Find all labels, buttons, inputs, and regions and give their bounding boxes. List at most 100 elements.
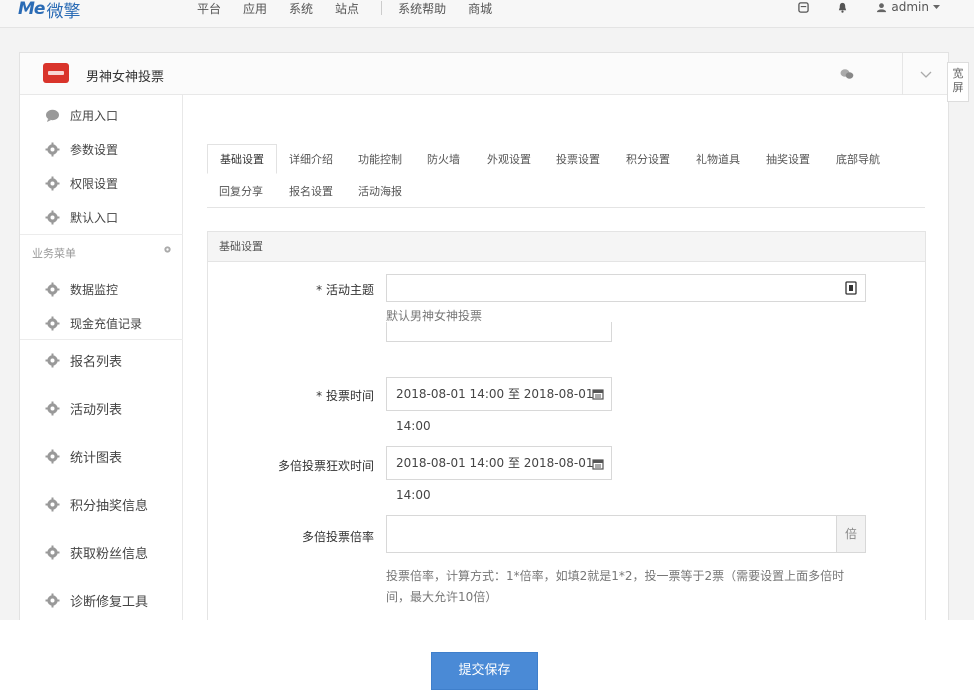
theme-hint: 默认男神女神投票 <box>386 309 483 322</box>
calendar-icon[interactable] <box>592 458 604 470</box>
gear-icon <box>45 316 60 331</box>
sidebar-item-label: 权限设置 <box>70 177 119 191</box>
logo-text: 微擎 <box>46 1 81 22</box>
collapse-toggle[interactable] <box>903 53 948 95</box>
app-header: 男神女神投票 <box>20 53 948 95</box>
sidebar-item-label: 应用入口 <box>70 109 119 123</box>
comment-icon <box>46 109 59 122</box>
sidebar-item-label: 获取粉丝信息 <box>70 547 149 562</box>
tab-firewall[interactable]: 防火墙 <box>427 151 460 167</box>
calendar-icon[interactable] <box>592 388 604 400</box>
sidebar-item-diagnose-tool[interactable]: 诊断修复工具 <box>45 591 148 610</box>
multi-rate-label: 多倍投票倍率 <box>301 530 374 544</box>
main-nav: 平台 应用 系统 站点 系统帮助 商城 <box>197 0 514 16</box>
wechat-icon[interactable] <box>840 68 854 80</box>
top-right-tools: admin <box>798 0 940 14</box>
username: admin <box>891 0 929 14</box>
multi-rate-unit: 倍 <box>836 516 865 552</box>
bell-icon[interactable] <box>837 2 848 13</box>
nav-item-apps[interactable]: 应用 <box>243 0 267 17</box>
app-sidebar: 应用入口 参数设置 权限设置 默认入口 业务菜单 数据监控 现金充值记录 报名列… <box>20 95 183 622</box>
tab-bottom-nav[interactable]: 底部导航 <box>836 151 880 167</box>
sidebar-item-label: 诊断修复工具 <box>70 595 149 610</box>
tab-signup[interactable]: 报名设置 <box>289 183 333 199</box>
tab-gifts[interactable]: 礼物道具 <box>696 151 740 167</box>
vote-time-range[interactable]: 2018-08-01 14:00 至 2018-08-01 14:00 <box>386 377 612 433</box>
chevron-down-icon <box>920 71 931 78</box>
gear-icon[interactable] <box>163 245 172 254</box>
sidebar-divider <box>20 339 183 340</box>
user-menu[interactable]: admin <box>876 0 940 14</box>
tab-points[interactable]: 积分设置 <box>626 151 670 167</box>
sidebar-section-title: 业务菜单 <box>32 247 76 260</box>
gear-icon <box>45 449 60 464</box>
sidebar-item-app-entry[interactable]: 应用入口 <box>45 107 118 124</box>
gear-icon <box>45 593 60 608</box>
multi-time-label: 多倍投票狂欢时间 <box>277 459 374 473</box>
tab-appearance[interactable]: 外观设置 <box>487 151 531 167</box>
app-header-tools <box>840 53 948 95</box>
panel-title: 基础设置 <box>208 232 925 262</box>
multi-time-range[interactable]: 2018-08-01 14:00 至 2018-08-01 14:00 <box>386 446 612 502</box>
nav-item-help[interactable]: 系统帮助 <box>398 0 446 17</box>
nav-item-platform[interactable]: 平台 <box>197 0 221 17</box>
tab-details[interactable]: 详细介绍 <box>289 151 333 167</box>
nav-item-site[interactable]: 站点 <box>335 0 359 17</box>
sidebar-item-activity-list[interactable]: 活动列表 <box>45 399 122 418</box>
tab-vote-settings[interactable]: 投票设置 <box>556 151 600 167</box>
gear-icon <box>45 401 60 416</box>
theme-label: * 活动主题 <box>316 283 374 297</box>
sidebar-item-permissions[interactable]: 权限设置 <box>45 175 118 192</box>
site-logo[interactable]: Me 微擎 <box>18 0 81 22</box>
sidebar-item-label: 积分抽奖信息 <box>70 499 149 514</box>
settings-tabs: 基础设置 详细介绍 功能控制 防火墙 外观设置 投票设置 积分设置 礼物道具 抽… <box>207 144 925 208</box>
multi-rate-help: 投票倍率，计算方式：1*倍率，如填2就是1*2，投一票等于2票（需要设置上面多倍… <box>386 569 845 604</box>
sidebar-item-label: 默认入口 <box>70 211 119 225</box>
sidebar-item-label: 报名列表 <box>70 355 123 370</box>
sidebar-item-label: 参数设置 <box>70 143 119 157</box>
sidebar-item-label: 数据监控 <box>70 283 119 297</box>
wide-screen-button[interactable]: 宽屏 <box>947 62 969 102</box>
hidden-input-edge <box>386 322 612 342</box>
app-logo <box>43 63 69 83</box>
sidebar-item-data-monitor[interactable]: 数据监控 <box>45 281 118 298</box>
gear-icon <box>45 210 60 225</box>
tab-function-control[interactable]: 功能控制 <box>358 151 402 167</box>
gear-icon <box>45 545 60 560</box>
sidebar-item-signup-list[interactable]: 报名列表 <box>45 351 122 370</box>
nav-divider <box>381 1 383 15</box>
submit-save-button[interactable]: 提交保存 <box>431 652 538 690</box>
user-icon <box>877 2 887 12</box>
tab-poster[interactable]: 活动海报 <box>358 183 402 199</box>
gear-icon <box>45 353 60 368</box>
vote-time-label: * 投票时间 <box>316 389 374 403</box>
emoji-picker-icon[interactable] <box>845 281 857 295</box>
message-icon[interactable] <box>798 1 810 13</box>
tab-basic[interactable]: 基础设置 <box>207 144 277 174</box>
nav-item-system[interactable]: 系统 <box>289 0 313 17</box>
sidebar-item-params[interactable]: 参数设置 <box>45 141 118 158</box>
theme-input[interactable] <box>386 274 866 302</box>
app-title: 男神女神投票 <box>86 70 165 85</box>
sidebar-item-fans-info[interactable]: 获取粉丝信息 <box>45 543 148 562</box>
top-navbar: Me 微擎 平台 应用 系统 站点 系统帮助 商城 admin <box>0 0 974 28</box>
tab-lottery[interactable]: 抽奖设置 <box>766 151 810 167</box>
gear-icon <box>45 282 60 297</box>
gear-icon <box>45 142 60 157</box>
logo-mark: Me <box>18 0 45 19</box>
gear-icon <box>45 176 60 191</box>
sidebar-item-label: 现金充值记录 <box>70 317 143 331</box>
sidebar-divider <box>20 234 183 235</box>
multi-rate-input[interactable]: 倍 <box>386 515 866 553</box>
sidebar-item-stats-chart[interactable]: 统计图表 <box>45 447 122 466</box>
sidebar-item-cash-records[interactable]: 现金充值记录 <box>45 315 142 332</box>
sidebar-item-label: 统计图表 <box>70 451 123 466</box>
tab-reply-share[interactable]: 回复分享 <box>219 183 263 199</box>
gear-icon <box>45 497 60 512</box>
sidebar-item-label: 活动列表 <box>70 403 123 418</box>
nav-item-store[interactable]: 商城 <box>468 0 492 17</box>
sidebar-item-lottery-info[interactable]: 积分抽奖信息 <box>45 495 148 514</box>
sidebar-section-business: 业务菜单 <box>32 245 172 261</box>
caret-down-icon <box>933 4 940 9</box>
sidebar-item-default-entry[interactable]: 默认入口 <box>45 209 118 226</box>
